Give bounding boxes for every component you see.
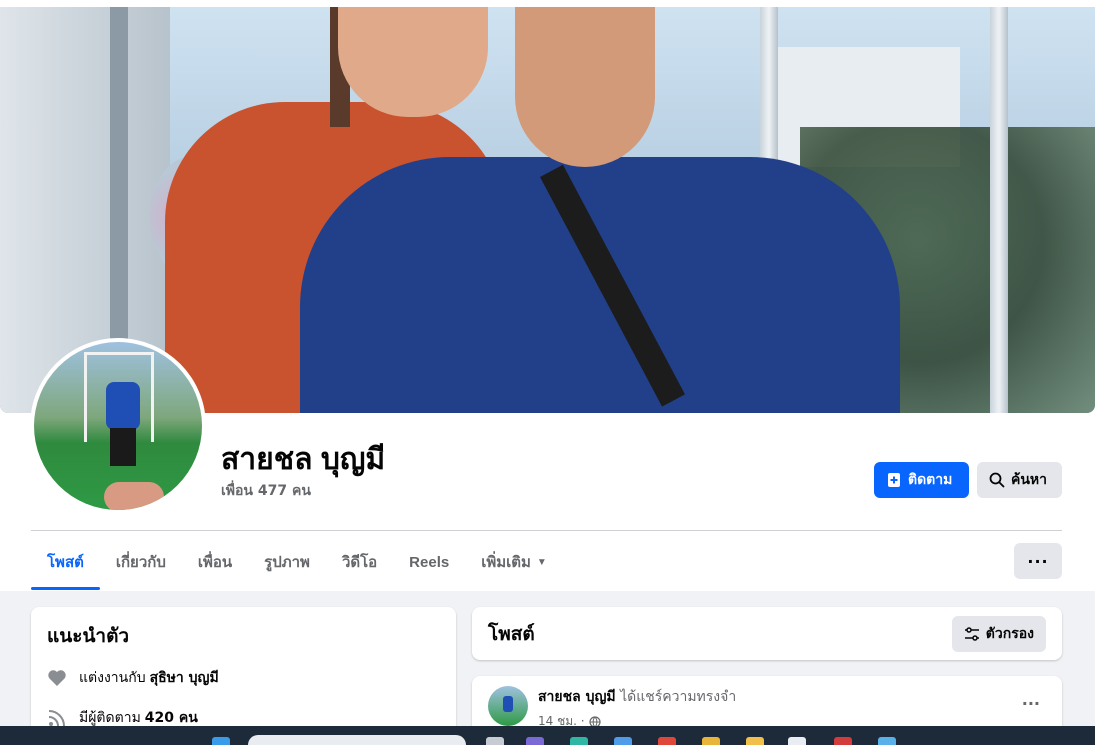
taskbar-search-box[interactable] [248, 735, 466, 745]
tab-label: โพสต์ [47, 554, 84, 571]
search-button[interactable]: ค้นหา [977, 462, 1062, 498]
tab-label: วิดีโอ [341, 554, 378, 571]
app-icon[interactable] [614, 737, 632, 745]
post-author-avatar[interactable] [488, 686, 528, 726]
app-icon[interactable] [702, 737, 720, 745]
tab-friends[interactable]: เพื่อน [182, 540, 248, 584]
cover-person-woman-head [338, 7, 488, 117]
cover-pole [990, 7, 1008, 413]
header-divider [31, 530, 1062, 531]
tab-reels[interactable]: Reels [393, 540, 465, 584]
post-author[interactable]: สายชล บุญมี [538, 689, 616, 705]
post-menu-button[interactable]: ··· [1022, 694, 1040, 713]
relationship-prefix: แต่งงานกับ [79, 670, 146, 686]
avatar-player-legs [110, 428, 136, 466]
app-icon[interactable] [878, 737, 896, 745]
avatar-player [106, 382, 140, 430]
add-page-icon [888, 473, 900, 487]
app-icon[interactable] [526, 737, 544, 745]
avatar-image [34, 342, 202, 510]
tab-about[interactable]: เกี่ยวกับ [100, 540, 182, 584]
filter-icon [964, 626, 979, 641]
calendar-app-icon[interactable] [788, 737, 806, 745]
tab-videos[interactable]: วิดีโอ [326, 540, 393, 584]
intro-title: แนะนำตัว [47, 626, 130, 647]
more-options-button[interactable]: ··· [1014, 543, 1062, 579]
browser-edge-icon[interactable] [570, 737, 588, 745]
caret-down-icon: ▼ [536, 556, 547, 568]
posts-title: โพสต์ [488, 623, 535, 645]
tab-more[interactable]: เพิ่มเติม ▼ [465, 540, 563, 584]
windows-start-icon[interactable] [212, 737, 230, 745]
follow-button[interactable]: ติดตาม [874, 462, 969, 498]
os-taskbar [0, 726, 1095, 745]
profile-name: สายชล บุญมี [221, 443, 386, 476]
intro-card: แนะนำตัว แต่งงานกับ สุธิษา บุญมี มีผู้ติ… [31, 607, 456, 737]
follow-label: ติดตาม [908, 471, 953, 487]
intro-relationship: แต่งงานกับ สุธิษา บุญมี [47, 667, 440, 689]
avatar-hand [104, 482, 164, 510]
tab-label: เกี่ยวกับ [115, 554, 166, 571]
profile-avatar[interactable] [30, 338, 206, 514]
filter-button[interactable]: ตัวกรอง [951, 615, 1046, 652]
tab-label: รูปภาพ [264, 554, 310, 571]
chrome-icon[interactable] [658, 737, 676, 745]
file-explorer-icon[interactable] [746, 737, 764, 745]
search-icon [989, 472, 1005, 488]
tab-photos[interactable]: รูปภาพ [248, 540, 326, 584]
filter-label: ตัวกรอง [985, 624, 1034, 641]
post-meta: สายชล บุญมี ได้แชร์ความทรงจำ 14 ชม. · [538, 686, 737, 728]
heart-icon [48, 670, 66, 686]
tab-label: เพิ่มเติม [481, 554, 531, 571]
friends-count[interactable]: เพื่อน 477 คน [221, 480, 311, 502]
relationship-partner[interactable]: สุธิษา บุญมี [150, 667, 219, 689]
post-action: ได้แชร์ความทรงจำ [620, 689, 737, 705]
app-icon[interactable] [834, 737, 852, 745]
profile-tabs: โพสต์ เกี่ยวกับ เพื่อน รูปภาพ วิดีโอ Ree… [31, 540, 563, 590]
tab-label: เพื่อน [197, 554, 233, 571]
tab-posts[interactable]: โพสต์ [31, 540, 100, 590]
posts-header-card: โพสต์ ตัวกรอง [472, 607, 1062, 660]
profile-page: สายชล บุญมี เพื่อน 477 คน ติดตาม ค้นหา โ… [0, 0, 1095, 745]
tab-label: Reels [409, 553, 450, 571]
search-label: ค้นหา [1011, 471, 1048, 487]
cover-person-man-head [515, 7, 655, 167]
rss-icon [48, 710, 65, 727]
task-view-icon[interactable] [486, 737, 504, 745]
